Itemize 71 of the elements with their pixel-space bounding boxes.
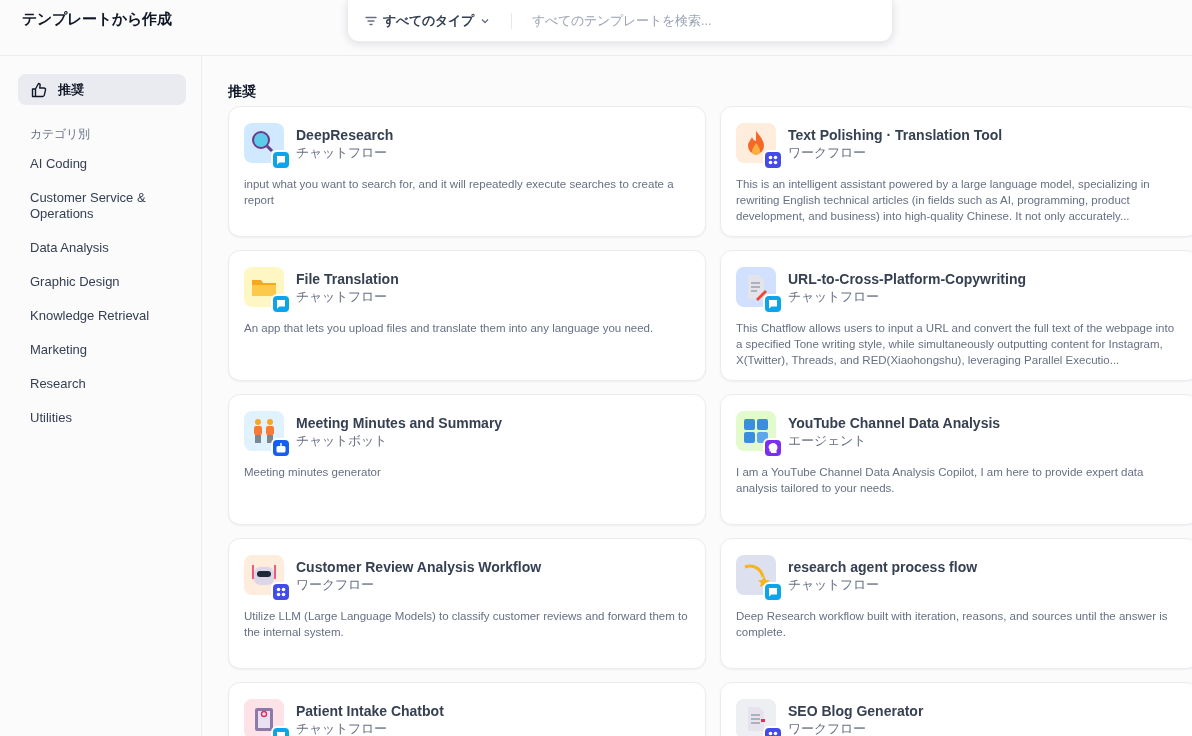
card-description: Meeting minutes generator [244, 465, 382, 480]
card-description: This Chatflow allows users to input a URL and convert the full text of the webpage into a specified Tone writing style, while simultaneously outputting content for Instagram, X(Twitter), Threads, and RED(Xiaohongshu), leveraging Parallel Executio... [736, 321, 1176, 368]
card-title: YouTube Channel Data Analysis [788, 414, 1001, 432]
figures-icon [244, 411, 284, 451]
card-title: Text Polishing · Translation Tool [788, 126, 1003, 144]
nodes-icon [763, 150, 783, 170]
chat-bubble-icon [271, 294, 291, 314]
card-description: This is an intelligent assistant powered by a large language model, specializing in rewriting English technical articles (in fields such as AI, programming, product development, and business) into high-quality Chinese. It not only accurately... [736, 177, 1151, 224]
type-label: エージェント [788, 434, 867, 448]
flame-icon [736, 123, 776, 163]
template-card[interactable] [720, 250, 1192, 381]
search-field[interactable]: すべてのテンプレートを検索... [530, 12, 878, 29]
category-nav-item[interactable]: Graphic Design [18, 265, 186, 299]
template-card[interactable]: File Translation チャットフロー An app that lets you upload files and translate them into any language you need. [228, 250, 706, 381]
template-card[interactable]: YouTube Channel Data Analysis エージェント I am a YouTube Channel Data Analysis Copilot, I am here to provide expert data analysis tailored to your needs. [720, 394, 1192, 525]
type-label: ワークフロー [788, 722, 867, 736]
card-title: DeepResearch [296, 126, 394, 144]
recommended-nav-item[interactable]: 推奨 [18, 74, 186, 105]
card-description: input what you want to search for, and it will repeatedly execute searches to create a report [244, 177, 675, 208]
card-title: Meeting Minutes and Summary [296, 414, 503, 432]
page-title: テンプレートから作成 [22, 10, 172, 29]
category-nav-item[interactable]: Knowledge Retrieval [18, 299, 186, 333]
type-label: チャットフロー [296, 722, 388, 736]
type-label: チャットフロー [296, 290, 388, 304]
category-nav-item[interactable]: Utilities [18, 401, 186, 435]
category-nav-item[interactable]: AI Coding [18, 147, 186, 181]
category-nav-item[interactable]: Marketing [18, 333, 186, 367]
section-label: カテゴリ別 [30, 126, 90, 143]
card-title: Patient Intake Chatbot [296, 702, 444, 720]
type-label: チャットフロー [788, 578, 880, 592]
type-label: ワークフロー [788, 146, 867, 160]
number-blocks-icon [736, 411, 776, 451]
template-card[interactable] [720, 106, 1192, 237]
template-card[interactable]: SEO Blog Generator ワークフロー [720, 682, 1192, 736]
template-card[interactable]: DeepResearch チャットフロー input what you want to search for, and it will repeatedly execute searches to create a report [228, 106, 706, 237]
template-card[interactable]: Meeting Minutes and Summary チャットボット Meeting minutes generator [228, 394, 706, 525]
type-label: チャットフロー [296, 146, 388, 160]
category-nav-item[interactable]: Customer Service & Operations [18, 181, 186, 231]
card-title: Customer Review Analysis Workflow [296, 558, 542, 576]
type-label: ワークフロー [296, 578, 375, 592]
chat-bubble-icon [271, 150, 291, 170]
clipboard-icon [244, 699, 284, 736]
type-filter-dropdown[interactable]: すべてのタイプ [362, 11, 493, 30]
head-icon [763, 438, 783, 458]
folder-icon [244, 267, 284, 307]
card-title: research agent process flow [788, 558, 978, 576]
template-card[interactable]: Patient Intake Chatbot チャットフロー [228, 682, 706, 736]
document-icon [736, 267, 776, 307]
comet-icon [736, 555, 776, 595]
nodes-icon [271, 582, 291, 602]
chat-bubble-icon [763, 582, 783, 602]
category-nav-item[interactable]: Data Analysis [18, 231, 186, 265]
chat-bubble-icon [763, 294, 783, 314]
card-title: URL-to-Cross-Platform-Copywriting [788, 270, 1026, 288]
category-nav-item[interactable]: Research [18, 367, 186, 401]
type-label: チャットフロー [788, 290, 880, 304]
card-description: I am a YouTube Channel Data Analysis Copilot, I am here to provide expert data analysis tailored to your needs. [736, 465, 1145, 496]
thumbs-up-icon [30, 80, 48, 99]
template-card[interactable]: Customer Review Analysis Workflow ワークフロー Utilize LLM (Large Language Models) to classify customer reviews and forward them to the internal system. [228, 538, 706, 669]
robot-icon [271, 438, 291, 458]
document-icon [736, 699, 776, 736]
card-title: File Translation [296, 270, 399, 288]
type-label: チャットボット [296, 434, 388, 448]
template-card[interactable]: research agent process flow チャットフロー Deep Research workflow built with iteration, reasons, and sources until the answer is complete. [720, 538, 1192, 669]
card-title: SEO Blog Generator [788, 702, 924, 720]
robot-icon [244, 555, 284, 595]
card-description: An app that lets you upload files and translate them into any language you need. [244, 321, 655, 336]
section-heading: 推奨 [228, 82, 257, 100]
card-description: Deep Research workflow built with iteration, reasons, and sources until the answer is complete. [736, 609, 1169, 640]
magnifier-icon [244, 123, 284, 163]
card-description: Utilize LLM (Large Language Models) to classify customer reviews and forward them to the internal system. [244, 609, 689, 640]
